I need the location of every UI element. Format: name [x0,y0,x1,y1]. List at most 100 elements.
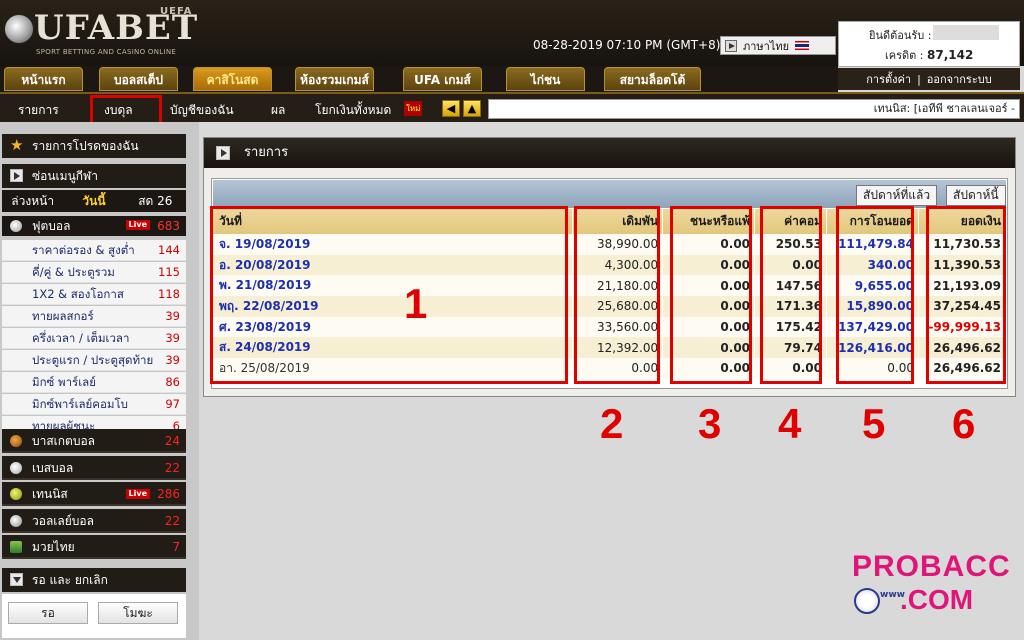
watermark-line2: .COM [900,584,974,615]
list-item[interactable]: ทายผลสกอร์ 39 [2,306,186,327]
arrow-left-icon[interactable]: ◀ [442,100,460,117]
balance-cell: 26,496.62 [918,337,1007,359]
bet-cell: 38,990.00 [572,234,664,255]
sport-label: ฟุตบอล [32,219,71,233]
last-week-button[interactable]: สัปดาห์ที่แล้ว [856,185,938,206]
news-ticker[interactable]: เทนนิส: [เอทีพี ชาลเลนเจอร์ - [488,99,1020,119]
list-item[interactable]: มิกซ์ พาร์เลย์ 86 [2,372,186,393]
wait-reject-header[interactable]: รอ และ ยกเลิก [2,568,186,592]
transfer-link[interactable]: 15,890.00 [826,296,919,317]
col-commission: ค่าคอม [754,209,827,234]
table-header: วันที่ เดิมพัน ชนะหรือแพ้ ค่าคอม การโอนย… [213,209,1007,234]
date-link[interactable]: อ. 20/08/2019 [213,254,574,276]
transfer-link[interactable]: 111,479.84 [826,234,919,255]
col-date: วันที่ [213,209,574,234]
play-icon [216,146,230,160]
sport-muaythai[interactable]: มวยไทย 7 [2,535,186,559]
balance-cell: -99,999.13 [918,316,1007,338]
list-item[interactable]: ประตูแรก / ประตูสุดท้าย 39 [2,350,186,371]
subnav-account[interactable]: บัญชีของฉัน [170,101,234,120]
watermark-line1: PROBACC [852,550,1011,583]
date-link[interactable]: พ. 21/08/2019 [213,275,574,297]
balance-cell: 11,730.53 [918,234,1007,255]
statement-panel: รายการ สัปดาห์ที่แล้ว สัปดาห์นี้ วันที่ … [203,137,1016,397]
sport-basketball[interactable]: บาสเกตบอล 24 [2,429,186,453]
list-item[interactable]: มิกซ์พาร์เลย์คอมโบ 97 [2,394,186,415]
language-label: ภาษาไทย [743,39,790,53]
volleyball-icon [10,515,22,527]
date-link[interactable]: พฤ. 22/08/2019 [213,296,574,317]
sport-baseball[interactable]: เบสบอล 22 [2,456,186,480]
live-badge: Live [125,220,150,230]
col-balance: ยอดเงิน [918,209,1007,234]
language-selector[interactable]: ภาษาไทย [720,36,836,55]
tab-home[interactable]: หน้าแรก [4,67,83,91]
logo[interactable]: UFABET UEFA SPORT BETTING AND CASINO ONL… [4,6,204,60]
hide-menu-header[interactable]: ซ่อนเมนูกีฬา [2,164,186,188]
balance-cell: 11,390.53 [918,254,1007,276]
subnav-transfer-all[interactable]: โยกเงินทั้งหมด [315,101,391,120]
chevron-down-icon [10,573,23,586]
commission-cell: 250.53 [754,234,827,255]
welcome-label: ยินดีต้อนรับ : [869,29,932,42]
table-row: พฤ. 22/08/2019 25,680.00 0.00 171.36 15,… [213,296,1007,317]
tab-step[interactable]: บอลสเต็ป [99,67,178,91]
bet-cell: 12,392.00 [572,337,664,359]
thai-flag-icon [795,41,810,50]
bet-cell: 0.00 [572,358,664,379]
arrow-up-icon[interactable]: ▲ [463,100,481,117]
statement-table: วันที่ เดิมพัน ชนะหรือแพ้ ค่าคอม การโอนย… [213,209,1007,379]
annotation-2: 2 [600,400,624,447]
sport-volleyball[interactable]: วอลเลย์บอล 22 [2,509,186,533]
sport-football[interactable]: ฟุตบอล Live 683 [2,216,186,236]
username-mask [933,25,999,40]
transfer-link[interactable]: 340.00 [826,254,919,276]
panel-header: รายการ [204,138,1015,168]
tab-cockfight[interactable]: ไก่ชน [506,67,585,91]
date-cell: อา. 25/08/2019 [213,358,574,379]
winloss-cell: 0.00 [662,254,756,276]
transfer-cell: 0.00 [826,358,919,379]
transfer-link[interactable]: 9,655.00 [826,275,919,297]
commission-cell: 171.36 [754,296,827,317]
annotation-4: 4 [778,400,802,447]
commission-cell: 79.74 [754,337,827,359]
list-item[interactable]: ครึ่งเวลา / เต็มเวลา 39 [2,328,186,349]
star-icon: ★ [10,136,24,154]
subnav-balance[interactable]: งบดุล [104,101,133,120]
tab-live-casino[interactable]: คาสิโนสด [193,67,272,91]
date-link[interactable]: ส. 24/08/2019 [213,337,574,359]
commission-cell: 147.56 [754,275,827,297]
football-logo-icon [4,14,34,44]
list-item[interactable]: ราคาต่อรอง & สูงต่ำ 144 [2,240,186,261]
tab-games[interactable]: ห้องรวมเกมส์ [295,67,374,91]
wait-button[interactable]: รอ [8,602,88,624]
this-week-button[interactable]: สัปดาห์นี้ [946,185,1006,206]
date-link[interactable]: ศ. 23/08/2019 [213,316,574,338]
col-winloss: ชนะหรือแพ้ [662,209,756,234]
logout-link[interactable]: ออกจากระบบ [927,70,992,88]
sport-tennis[interactable]: เทนนิส Live 286 [2,482,186,506]
subnav-list[interactable]: รายการ [18,101,59,120]
date-link[interactable]: จ. 19/08/2019 [213,234,574,255]
void-button[interactable]: โมฆะ [98,602,178,624]
transfer-link[interactable]: 137,429.00 [826,316,919,338]
play-icon [725,39,737,52]
tab-ufa-games[interactable]: UFA เกมส์ [403,67,482,91]
transfer-link[interactable]: 126,416.00 [826,337,919,359]
list-item[interactable]: คี่/คู่ & ประตูรวม 115 [2,262,186,283]
winloss-cell: 0.00 [662,358,756,379]
favorites-header[interactable]: ★ รายการโปรดของฉัน [2,134,186,158]
period-early[interactable]: ล่วงหน้า [2,192,63,211]
list-item[interactable]: 1X2 & สองโอกาส 118 [2,284,186,305]
favorites-label: รายการโปรดของฉัน [32,139,139,153]
user-box: ยินดีต้อนรับ : เครดิต : 87,142 [838,21,1020,67]
subnav-results[interactable]: ผล [271,101,285,120]
baseball-icon [10,462,22,474]
tab-lotto[interactable]: สยามล็อตโต้ [604,67,701,91]
period-today[interactable]: วันนี้ [63,192,124,211]
period-live[interactable]: สด 26 [125,192,186,211]
basketball-icon [10,435,22,447]
sidebar: ★ รายการโปรดของฉัน ซ่อนเมนูกีฬา ล่วงหน้า… [0,122,199,640]
settings-link[interactable]: การตั้งค่า [866,70,911,88]
